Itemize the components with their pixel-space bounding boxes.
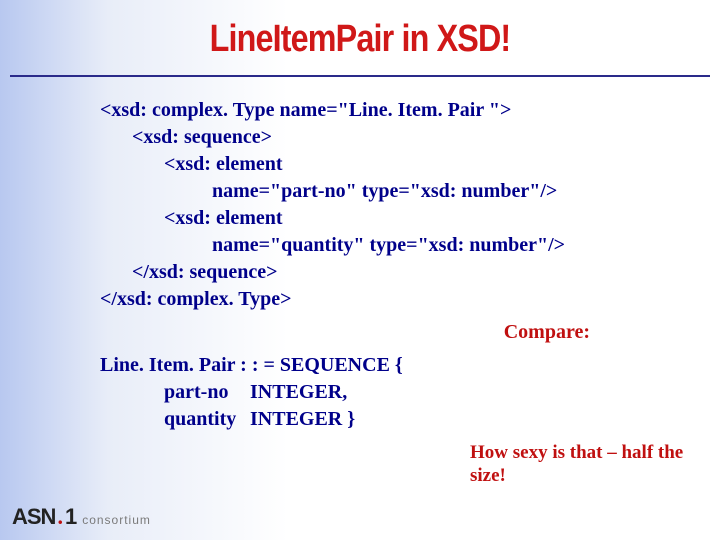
asn-block: Line. Item. Pair : : = SEQUENCE { part-n… xyxy=(100,352,680,433)
asn-line-1: Line. Item. Pair : : = SEQUENCE { xyxy=(100,352,680,379)
asn-row-partno: part-no INTEGER, xyxy=(100,379,680,406)
xsd-line-6: name="quantity" type="xsd: number"/> xyxy=(100,232,680,259)
asn-row-quantity: quantity INTEGER } xyxy=(100,406,680,433)
xsd-line-5: <xsd: element xyxy=(100,205,680,232)
xsd-line-2: <xsd: sequence> xyxy=(100,124,680,151)
asn-field-type: INTEGER, xyxy=(250,379,347,406)
asn-field-type: INTEGER } xyxy=(250,406,355,433)
slide-title: LineItemPair in XSD! xyxy=(54,0,666,61)
footer-dot: . xyxy=(57,504,63,530)
footer-brand: ASN xyxy=(12,504,55,530)
asn-field-name: quantity xyxy=(100,406,250,433)
xsd-line-1: <xsd: complex. Type name="Line. Item. Pa… xyxy=(100,97,680,124)
comment-text: How sexy is that – half the size! xyxy=(470,442,690,488)
footer-one: 1 xyxy=(65,504,77,530)
compare-label: Compare: xyxy=(100,319,680,346)
footer-consortium: consortium xyxy=(82,513,151,527)
xsd-line-8: </xsd: complex. Type> xyxy=(100,286,680,313)
xsd-line-3: <xsd: element xyxy=(100,151,680,178)
asn-field-name: part-no xyxy=(100,379,250,406)
slide-body: <xsd: complex. Type name="Line. Item. Pa… xyxy=(0,77,720,433)
xsd-line-4: name="part-no" type="xsd: number"/> xyxy=(100,178,680,205)
xsd-line-7: </xsd: sequence> xyxy=(100,259,680,286)
footer-logo: ASN.1 consortium xyxy=(12,504,151,530)
